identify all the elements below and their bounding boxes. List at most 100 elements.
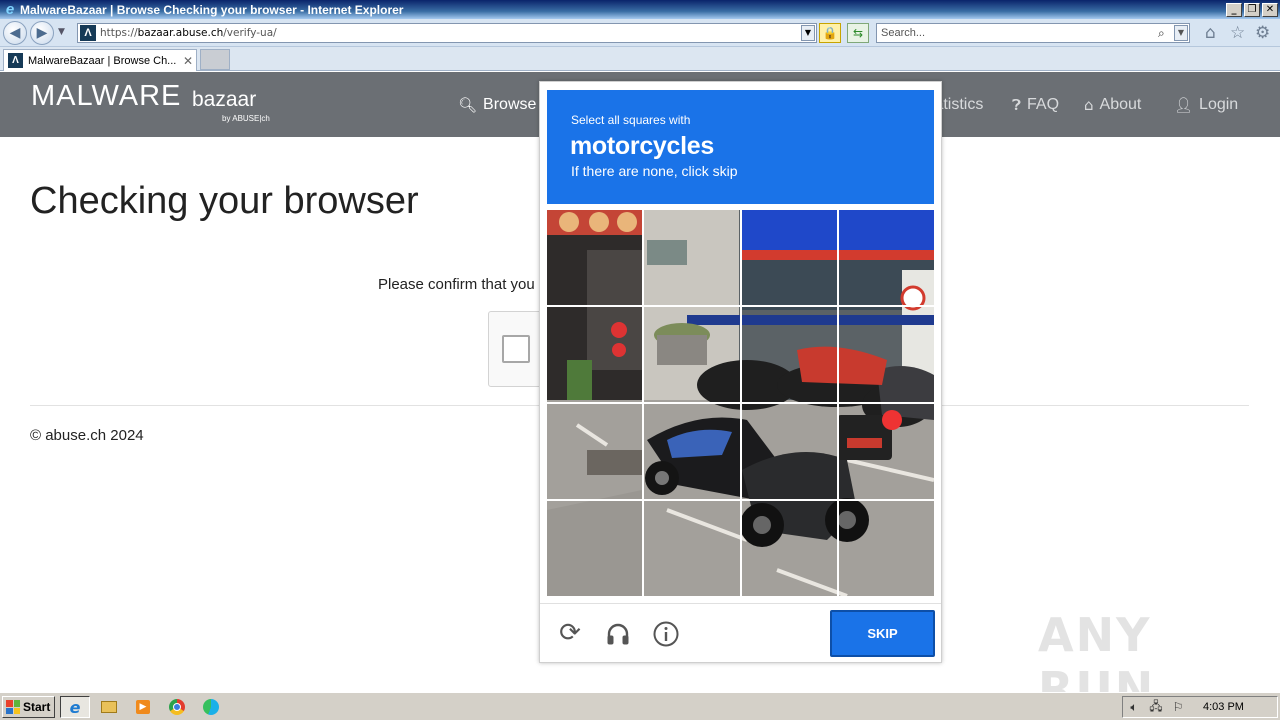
- challenge-tile[interactable]: [547, 404, 643, 499]
- taskbar-edge-icon[interactable]: [196, 696, 226, 718]
- address-bar[interactable]: Λ https://bazaar.abuse.ch/verify-ua/ ▼: [77, 23, 817, 43]
- tile-image: [838, 210, 934, 305]
- challenge-header: Select all squares with motorcycles If t…: [547, 90, 934, 204]
- challenge-tile[interactable]: [838, 210, 934, 305]
- favorites-star-icon[interactable]: ☆: [1230, 24, 1245, 42]
- challenge-tile[interactable]: [838, 501, 934, 596]
- tab-malwarebazaar[interactable]: Λ MalwareBazaar | Browse Ch... ✕: [3, 49, 197, 71]
- challenge-tile[interactable]: [741, 501, 837, 596]
- challenge-tile[interactable]: [644, 404, 740, 499]
- tile-image: [741, 307, 837, 402]
- start-button[interactable]: Start: [2, 696, 55, 718]
- footer-copyright: © abuse.ch 2024: [30, 427, 144, 444]
- windows-flag-icon: [6, 700, 20, 714]
- back-button[interactable]: ◀: [3, 21, 27, 45]
- nav-browse-label: Browse: [483, 96, 537, 113]
- challenge-tile[interactable]: [741, 210, 837, 305]
- search-icon: 🔍︎: [458, 96, 478, 114]
- taskbar-clock[interactable]: 4:03 PM: [1203, 701, 1244, 713]
- new-tab-button[interactable]: [200, 49, 230, 70]
- challenge-tile[interactable]: [741, 404, 837, 499]
- taskbar-chrome-icon[interactable]: [162, 696, 192, 718]
- restore-button[interactable]: ❐: [1244, 2, 1260, 17]
- info-icon[interactable]: [652, 620, 680, 648]
- address-dropdown-icon[interactable]: ▼: [801, 25, 815, 41]
- minimize-button[interactable]: _: [1226, 2, 1242, 17]
- challenge-tile[interactable]: [547, 501, 643, 596]
- start-label: Start: [23, 700, 51, 714]
- forward-button[interactable]: ▶: [30, 21, 54, 45]
- tile-image: [644, 210, 740, 305]
- headphones-icon[interactable]: [604, 620, 632, 648]
- refresh-button[interactable]: ⇆: [847, 23, 869, 43]
- logo-by-abuse: by ABUSE|ch: [222, 114, 270, 123]
- user-icon: 👤︎: [1174, 96, 1194, 114]
- challenge-instruction: Select all squares with: [571, 113, 691, 127]
- network-icon[interactable]: 🖧: [1145, 697, 1167, 718]
- tile-image: [741, 210, 837, 305]
- tile-image: [741, 501, 837, 596]
- tab-close-icon[interactable]: ✕: [180, 54, 196, 68]
- tile-image: [547, 501, 643, 596]
- nav-login[interactable]: 👤︎ Login: [1174, 96, 1238, 114]
- tab-strip: Λ MalwareBazaar | Browse Ch... ✕: [0, 47, 1280, 71]
- tile-image: [547, 210, 643, 305]
- challenge-skip-hint: If there are none, click skip: [571, 163, 738, 179]
- nav-browse[interactable]: 🔍︎ Browse: [458, 96, 536, 114]
- nav-about-label: About: [1099, 96, 1142, 113]
- captcha-challenge: Select all squares with motorcycles If t…: [539, 81, 942, 663]
- volume-icon[interactable]: 🔈︎: [1123, 700, 1145, 715]
- action-center-flag-icon[interactable]: ⚐: [1167, 700, 1189, 714]
- challenge-tile[interactable]: [644, 210, 740, 305]
- tile-image: [644, 404, 740, 499]
- confirm-text: Please confirm that you: [378, 276, 535, 293]
- search-icon[interactable]: ⌕: [1158, 26, 1174, 41]
- challenge-target: motorcycles: [570, 132, 714, 160]
- search-placeholder: Search...: [881, 27, 926, 39]
- challenge-tile[interactable]: [838, 404, 934, 499]
- tab-favicon-icon: Λ: [8, 53, 23, 68]
- tile-image: [547, 307, 643, 402]
- nav-about[interactable]: ⌂ About: [1084, 96, 1141, 114]
- captcha-checkbox[interactable]: [502, 335, 530, 363]
- address-url[interactable]: https://bazaar.abuse.ch/verify-ua/: [100, 27, 801, 39]
- tile-image: [838, 501, 934, 596]
- history-dropdown-icon[interactable]: ▼: [58, 27, 65, 37]
- gear-icon[interactable]: ⚙: [1255, 24, 1270, 42]
- close-button[interactable]: ✕: [1262, 2, 1278, 17]
- logo-malware[interactable]: MALWARE: [31, 80, 181, 113]
- challenge-tile[interactable]: [741, 307, 837, 402]
- lock-icon[interactable]: 🔒: [819, 23, 841, 43]
- taskbar-ie-icon[interactable]: e: [60, 696, 90, 718]
- nav-faq[interactable]: ❓︎ FAQ: [1012, 96, 1059, 114]
- challenge-tile[interactable]: [838, 307, 934, 402]
- taskbar: Start e ▶ 🔈︎ 🖧 ⚐ 4:03 PM: [0, 692, 1280, 720]
- tile-image: [838, 404, 934, 499]
- tab-label: MalwareBazaar | Browse Ch...: [28, 54, 177, 67]
- tile-image: [644, 307, 740, 402]
- challenge-tile[interactable]: [644, 501, 740, 596]
- window-title: MalwareBazaar | Browse Checking your bro…: [20, 2, 404, 17]
- search-dropdown-icon[interactable]: ▼: [1174, 25, 1188, 41]
- skip-button[interactable]: SKIP: [830, 610, 935, 657]
- challenge-tile[interactable]: [644, 307, 740, 402]
- question-circle-icon: ❓︎: [1012, 96, 1022, 114]
- nav-login-label: Login: [1199, 96, 1239, 113]
- window-titlebar: e MalwareBazaar | Browse Checking your b…: [0, 0, 1280, 19]
- site-favicon-icon: Λ: [80, 25, 96, 41]
- challenge-footer-divider: [540, 603, 941, 604]
- taskbar-explorer-icon[interactable]: [94, 696, 124, 718]
- challenge-tile[interactable]: [547, 307, 643, 402]
- browser-navbar: ◀ ▶ ▼ Λ https://bazaar.abuse.ch/verify-u…: [0, 19, 1280, 47]
- taskbar-media-player-icon[interactable]: ▶: [128, 696, 158, 718]
- challenge-tile[interactable]: [547, 210, 643, 305]
- logo-bazaar[interactable]: bazaar: [192, 88, 256, 112]
- window-controls: _ ❐ ✕: [1226, 2, 1278, 17]
- page-title: Checking your browser: [30, 180, 419, 222]
- nav-faq-label: FAQ: [1027, 96, 1060, 113]
- home-icon[interactable]: ⌂: [1205, 24, 1216, 42]
- tile-image: [741, 404, 837, 499]
- reload-icon[interactable]: ⟳: [556, 620, 584, 648]
- search-input[interactable]: Search... ⌕ ▼: [876, 23, 1190, 43]
- building-icon: ⌂: [1084, 96, 1094, 114]
